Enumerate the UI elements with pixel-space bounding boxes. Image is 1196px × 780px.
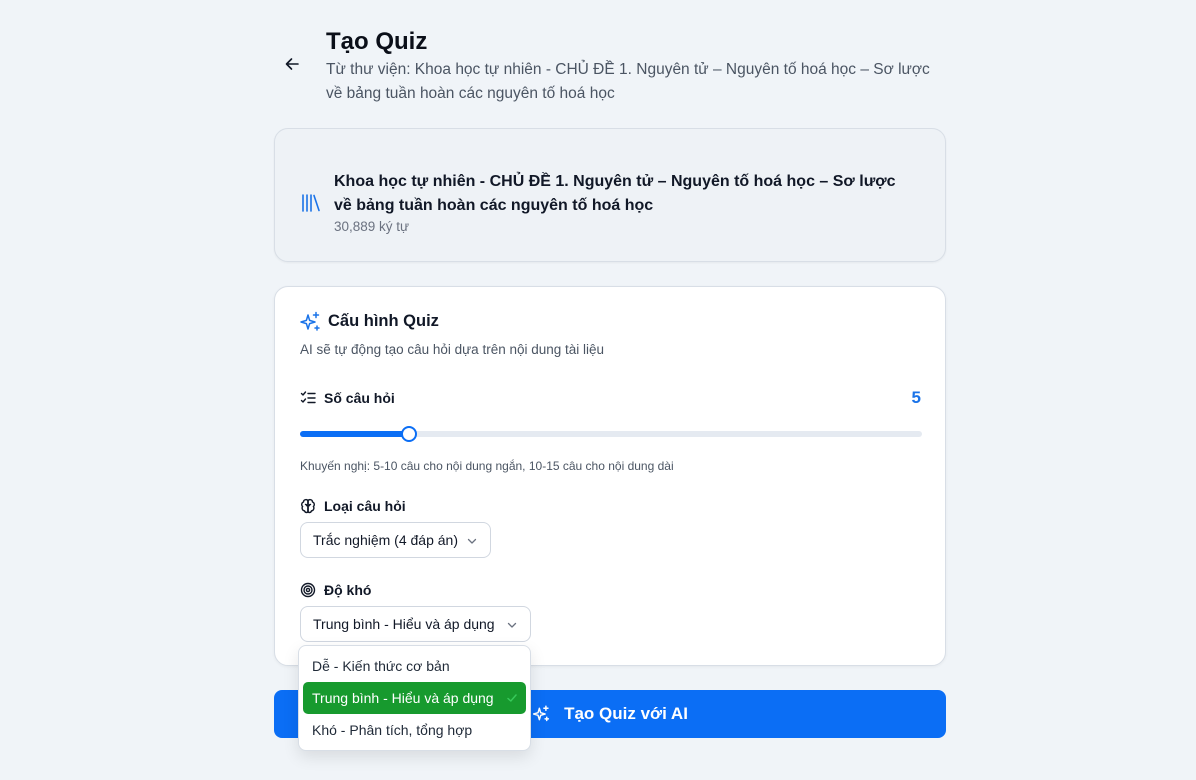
question-count-hint: Khuyến nghị: 5-10 câu cho nội dung ngắn,… — [300, 459, 674, 473]
config-description: AI sẽ tự động tạo câu hỏi dựa trên nội d… — [300, 342, 605, 357]
config-title: Cấu hình Quiz — [328, 312, 439, 330]
page-subtitle: Từ thư viện: Khoa học tự nhiên - CHỦ ĐỀ … — [326, 61, 930, 102]
difficulty-dropdown-menu: Dễ - Kiến thức cơ bản Trung bình - Hiểu … — [298, 645, 531, 751]
question-count-label: Số câu hỏi — [324, 390, 395, 406]
slider-thumb[interactable] — [400, 426, 417, 442]
question-count-slider[interactable] — [300, 426, 922, 442]
question-count-value: 5 — [911, 388, 921, 407]
quiz-config-card: Cấu hình Quiz AI sẽ tự động tạo câu hỏi … — [274, 286, 946, 666]
question-type-value: Trắc nghiệm (4 đáp án) — [313, 532, 458, 548]
arrow-left-icon — [285, 58, 299, 70]
library-icon — [302, 194, 320, 212]
difficulty-option-easy[interactable]: Dễ - Kiến thức cơ bản — [303, 650, 526, 682]
source-character-count: 30,889 ký tự — [334, 219, 410, 234]
option-label: Trung bình - Hiểu và áp dụng — [312, 690, 494, 706]
back-button[interactable] — [280, 52, 304, 76]
chevron-down-icon — [507, 622, 517, 628]
source-title: Khoa học tự nhiên - CHỦ ĐỀ 1. Nguyên tử … — [334, 173, 896, 214]
page-title: Tạo Quiz — [326, 28, 428, 55]
question-type-label: Loại câu hỏi — [324, 498, 406, 514]
target-icon — [300, 582, 316, 598]
difficulty-value: Trung bình - Hiểu và áp dụng — [313, 616, 495, 632]
difficulty-select[interactable]: Trung bình - Hiểu và áp dụng — [300, 606, 531, 642]
sparkles-icon — [300, 311, 320, 331]
question-type-select[interactable]: Trắc nghiệm (4 đáp án) — [300, 522, 491, 558]
source-document-card: Khoa học tự nhiên - CHỦ ĐỀ 1. Nguyên tử … — [274, 128, 946, 262]
brain-icon — [301, 498, 315, 514]
option-label: Khó - Phân tích, tổng hợp — [312, 722, 473, 738]
difficulty-option-hard[interactable]: Khó - Phân tích, tổng hợp — [303, 714, 526, 746]
check-icon — [507, 694, 517, 702]
generate-quiz-label: Tạo Quiz với AI — [564, 704, 688, 723]
slider-fill — [300, 431, 409, 437]
chevron-down-icon — [467, 538, 477, 544]
difficulty-option-medium[interactable]: Trung bình - Hiểu và áp dụng — [303, 682, 526, 714]
sparkles-icon — [532, 705, 550, 722]
difficulty-label: Độ khó — [324, 582, 372, 598]
option-label: Dễ - Kiến thức cơ bản — [312, 658, 450, 674]
list-checks-icon — [300, 391, 316, 404]
page-header: Tạo Quiz Từ thư viện: Khoa học tự nhiên … — [274, 28, 946, 108]
